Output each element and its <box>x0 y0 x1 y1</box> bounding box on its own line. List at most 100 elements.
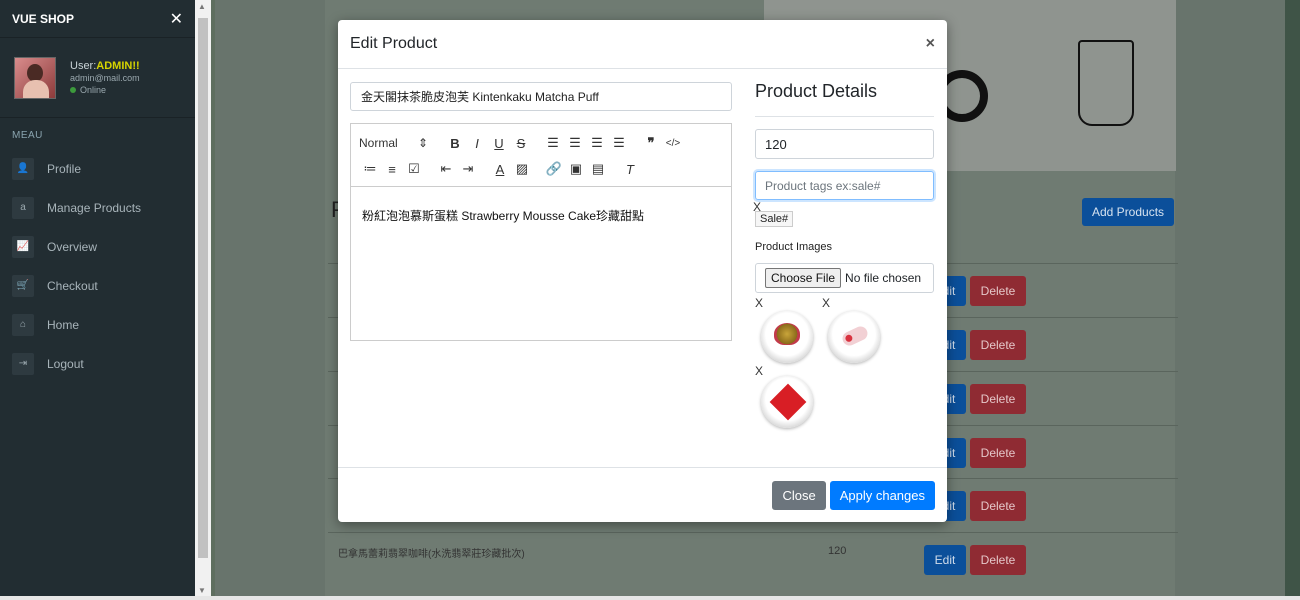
user-line: User:ADMIN!! <box>70 59 140 73</box>
sidebar-item-manage-products[interactable]: a Manage Products <box>0 188 195 227</box>
table-row: 巴拿馬蕾莉翡翠咖啡(水洗翡翠莊珍藏批次) 120 Edit Delete <box>328 532 1178 585</box>
user-email: admin@mail.com <box>70 72 140 83</box>
align-right-icon[interactable]: ☰ <box>586 135 608 151</box>
delete-button[interactable]: Delete <box>970 438 1026 468</box>
italic-icon[interactable]: I <box>466 136 488 151</box>
checklist-icon[interactable]: ☑ <box>403 161 425 177</box>
align-left-icon[interactable]: ☰ <box>542 135 564 151</box>
user-info: User:ADMIN!! admin@mail.com Online <box>70 59 140 97</box>
clear-format-icon[interactable]: T <box>619 162 641 177</box>
close-button[interactable]: Close <box>772 480 826 510</box>
add-products-button[interactable]: Add Products <box>1082 198 1175 226</box>
details-divider <box>755 116 934 117</box>
product-name-input[interactable]: 金天閣抹茶脆皮泡芙 Kintenkaku Matcha Puff <box>350 82 732 111</box>
outdent-icon[interactable]: ⇤ <box>435 161 457 177</box>
home-icon: ⌂ <box>12 313 34 336</box>
user-name: ADMIN!! <box>96 59 140 72</box>
sidebar-item-label: Profile <box>47 161 82 176</box>
video-icon[interactable]: ▤ <box>587 161 609 177</box>
brand-title: VUE SHOP <box>12 11 75 26</box>
cart-icon: 🛒 <box>12 274 34 297</box>
select-arrows-icon: ⇕ <box>417 136 428 150</box>
delete-button[interactable]: Delete <box>970 330 1026 360</box>
sidebar-item-overview[interactable]: 📈 Overview <box>0 227 195 266</box>
format-select[interactable]: Normal ⇕ <box>359 136 434 150</box>
highlight-icon[interactable]: ▨ <box>511 161 533 177</box>
amazon-icon: a <box>12 196 34 219</box>
sidebar-header: VUE SHOP ✕ <box>0 0 195 38</box>
bullet-list-icon[interactable]: ≡ <box>381 162 403 177</box>
tag-chip: Sale# <box>755 211 794 227</box>
remove-image-icon[interactable]: X <box>755 296 763 310</box>
file-status: No file chosen <box>845 271 922 285</box>
ordered-list-icon[interactable]: ≔ <box>359 161 381 177</box>
align-center-icon[interactable]: ☰ <box>564 135 586 151</box>
blockquote-icon[interactable]: ❞ <box>640 135 662 151</box>
editor-toolbar: Normal ⇕ B I U S ☰ ☰ ☰ ☰ ❞ </> ≔ ≡ ☑ ⇤ ⇥ <box>351 124 731 187</box>
scrollbar-thumb[interactable] <box>198 18 208 558</box>
user-prefix: User: <box>70 59 97 72</box>
logout-icon: ⇥ <box>12 352 34 375</box>
sidebar-item-logout[interactable]: ⇥ Logout <box>0 344 195 383</box>
toolbar-row: Normal ⇕ B I U S ☰ ☰ ☰ ☰ ❞ </> <box>359 130 723 156</box>
sidebar-item-label: Logout <box>47 356 84 371</box>
strikethrough-icon[interactable]: S <box>510 136 532 151</box>
align-justify-icon[interactable]: ☰ <box>608 135 630 151</box>
choose-file-button[interactable]: Choose File <box>765 268 842 288</box>
sidebar-item-home[interactable]: ⌂ Home <box>0 305 195 344</box>
code-icon[interactable]: </> <box>662 138 684 149</box>
line-chart-icon: 📈 <box>12 235 34 258</box>
user-icon: 👤 <box>12 157 34 180</box>
online-dot-icon <box>70 87 76 94</box>
text-color-icon[interactable]: A <box>489 162 511 177</box>
underline-icon[interactable]: U <box>488 136 510 151</box>
tags-input[interactable]: Product tags ex:sale# <box>755 171 934 200</box>
edit-product-modal: Edit Product × 金天閣抹茶脆皮泡芙 Kintenkaku Matc… <box>338 20 947 522</box>
remove-image-icon[interactable]: X <box>755 364 763 378</box>
price-input[interactable]: 120 <box>755 129 934 159</box>
sidebar-scrollbar[interactable]: ▲ ▼ <box>195 0 211 600</box>
toolbar-row: ≔ ≡ ☑ ⇤ ⇥ A ▨ 🔗 ▣ ▤ T <box>359 156 723 182</box>
remove-image-icon[interactable]: X <box>822 296 830 310</box>
user-panel: User:ADMIN!! admin@mail.com Online <box>0 38 195 118</box>
delete-button[interactable]: Delete <box>970 491 1026 521</box>
product-details-title: Product Details <box>755 81 878 101</box>
modal-close-icon[interactable]: × <box>926 35 935 53</box>
image-icon[interactable]: ▣ <box>565 161 587 177</box>
product-image-thumbnail <box>761 376 813 428</box>
delete-button[interactable]: Delete <box>970 276 1026 306</box>
edit-button[interactable]: Edit <box>924 545 966 575</box>
status-text: Online <box>80 84 107 95</box>
cup-graphic <box>1078 40 1134 126</box>
horizontal-scrollbar[interactable] <box>0 596 1300 600</box>
menu-title: MEAU <box>12 130 43 141</box>
link-icon[interactable]: 🔗 <box>543 161 565 177</box>
modal-title: Edit Product <box>350 35 438 52</box>
rich-text-editor: Normal ⇕ B I U S ☰ ☰ ☰ ☰ ❞ </> ≔ ≡ ☑ ⇤ ⇥ <box>350 123 732 341</box>
indent-icon[interactable]: ⇥ <box>457 161 479 177</box>
sidebar-item-label: Home <box>47 317 80 332</box>
scroll-down-icon[interactable]: ▼ <box>198 586 206 595</box>
modal-footer: Close Apply changes <box>338 467 947 522</box>
sidebar: VUE SHOP ✕ User:ADMIN!! admin@mail.com O… <box>0 0 195 600</box>
sidebar-item-profile[interactable]: 👤 Profile <box>0 149 195 188</box>
product-image-thumbnail <box>761 311 813 363</box>
bold-icon[interactable]: B <box>444 136 466 151</box>
sidebar-item-checkout[interactable]: 🛒 Checkout <box>0 266 195 305</box>
sidebar-item-label: Checkout <box>47 278 98 293</box>
delete-button[interactable]: Delete <box>970 384 1026 414</box>
product-images-label: Product Images <box>755 241 833 253</box>
editor-content[interactable]: 粉紅泡泡慕斯蛋糕 Strawberry Mousse Cake珍藏甜點 <box>351 187 731 244</box>
scroll-up-icon[interactable]: ▲ <box>198 2 206 11</box>
sidebar-item-label: Overview <box>47 239 98 254</box>
user-status: Online <box>70 85 140 97</box>
product-image-thumbnail <box>828 311 880 363</box>
sidebar-item-label: Manage Products <box>47 200 142 215</box>
format-select-value: Normal <box>359 136 398 150</box>
avatar <box>14 56 56 99</box>
apply-changes-button[interactable]: Apply changes <box>829 480 935 510</box>
modal-header: Edit Product × <box>338 20 947 69</box>
close-sidebar-icon[interactable]: ✕ <box>170 9 183 29</box>
image-file-input[interactable]: Choose File No file chosen <box>755 263 934 293</box>
delete-button[interactable]: Delete <box>970 545 1026 575</box>
